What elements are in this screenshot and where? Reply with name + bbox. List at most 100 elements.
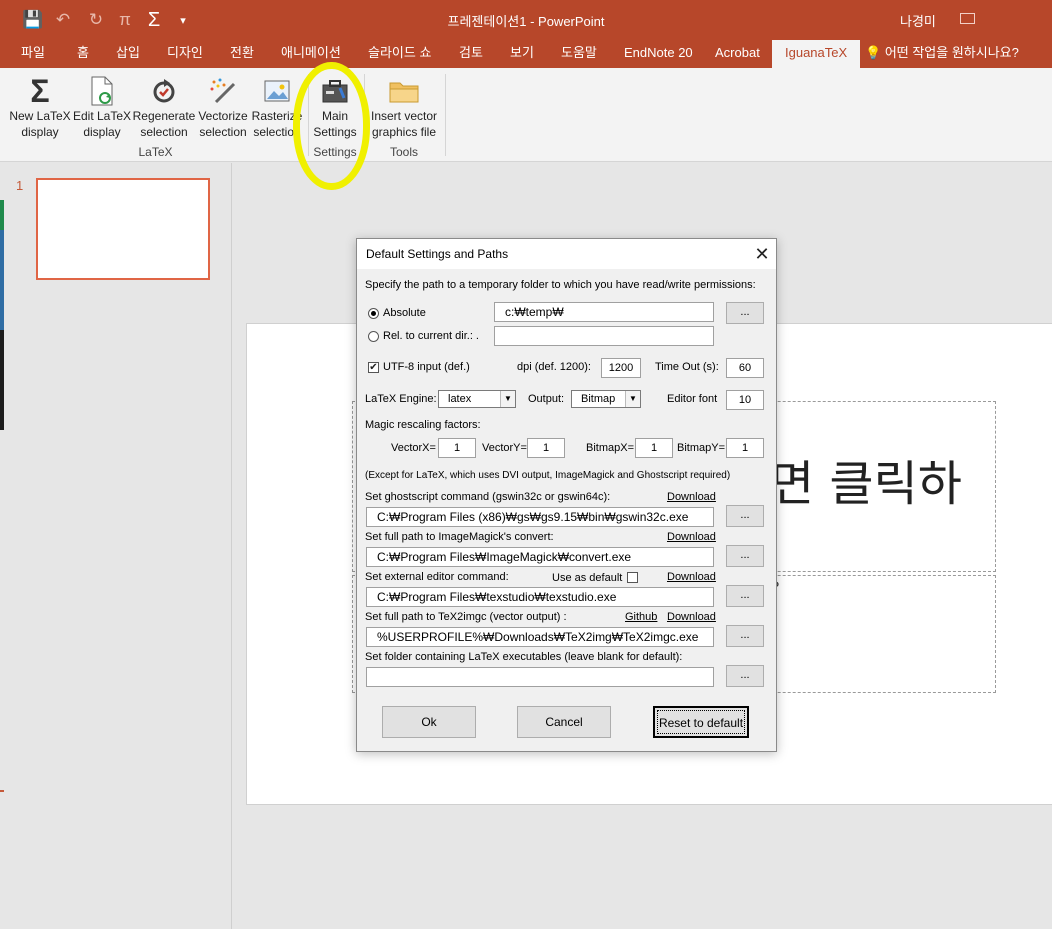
tab-insert[interactable]: 삽입	[116, 40, 140, 68]
ribbon-display-options-icon[interactable]	[960, 13, 975, 24]
insert-vector-graphics-button[interactable]: Insert vector graphics file	[366, 74, 442, 140]
button-label: selection	[140, 125, 188, 139]
button-label: Edit LaTeX	[72, 109, 132, 123]
regenerate-selection-button[interactable]: Regenerate selection	[132, 74, 196, 140]
refresh-icon	[132, 74, 196, 108]
ghostscript-download-link[interactable]: Download	[667, 491, 716, 503]
editor-font-input[interactable]: 10	[726, 390, 764, 410]
utf8-checkbox[interactable]: ✔	[368, 362, 379, 373]
tab-view[interactable]: 보기	[510, 40, 534, 68]
sigma-icon: Σ	[30, 73, 50, 109]
settings-dialog: Default Settings and Paths ✕ Specify the…	[356, 238, 777, 752]
absolute-radio[interactable]	[368, 308, 379, 319]
button-label: Vectorize	[198, 109, 248, 123]
browse-tex2img-button[interactable]: ...	[726, 625, 764, 647]
temp-folder-label: Specify the path to a temporary folder t…	[365, 279, 756, 291]
highlight-annotation	[293, 62, 370, 190]
window-edge-strip	[0, 330, 4, 430]
dialog-title: Default Settings and Paths	[366, 247, 509, 261]
output-selected-value: Bitmap	[581, 393, 616, 405]
tab-transitions[interactable]: 전환	[230, 40, 254, 68]
engine-label: LaTeX Engine:	[365, 393, 437, 405]
imagemagick-path-input[interactable]: C:₩Program Files₩ImageMagick₩convert.exe	[366, 547, 714, 567]
tab-home[interactable]: 홈	[77, 40, 89, 68]
tab-endnote[interactable]: EndNote 20	[624, 40, 693, 68]
timeout-label: Time Out (s):	[655, 361, 719, 373]
browse-latex-folder-button[interactable]: ...	[726, 665, 764, 687]
window-edge-strip	[0, 200, 4, 230]
close-icon[interactable]: ✕	[751, 243, 773, 265]
relative-radio[interactable]	[368, 331, 379, 342]
ribbon: Σ New LaTeX display Edit LaTeX display R…	[0, 68, 1052, 162]
relative-path-input[interactable]	[494, 326, 714, 346]
vectorx-input[interactable]: 1	[438, 438, 476, 458]
magic-rescaling-label: Magic rescaling factors:	[365, 419, 481, 431]
bitmapx-input[interactable]: 1	[635, 438, 673, 458]
button-label: Regenerate	[132, 109, 196, 123]
imagemagick-download-link[interactable]: Download	[667, 531, 716, 543]
engine-select[interactable]: latex ▼	[438, 390, 516, 408]
bitmapx-label: BitmapX=	[586, 442, 634, 454]
ghostscript-path-input[interactable]: C:₩Program Files (x86)₩gs₩gs9.15₩bin₩gsw…	[366, 507, 714, 527]
new-latex-display-button[interactable]: Σ New LaTeX display	[8, 74, 72, 140]
tab-acrobat[interactable]: Acrobat	[715, 40, 760, 68]
group-label-tools: Tools	[389, 145, 418, 159]
button-label: display	[21, 125, 59, 139]
button-label: graphics file	[371, 125, 437, 139]
absolute-path-input[interactable]: c:₩temp₩	[494, 302, 714, 322]
bitmapy-input[interactable]: 1	[726, 438, 764, 458]
dpi-input[interactable]: 1200	[601, 358, 641, 378]
imagemagick-label: Set full path to ImageMagick's convert:	[365, 531, 554, 543]
tex2img-github-link[interactable]: Github	[625, 611, 657, 623]
output-select[interactable]: Bitmap ▼	[571, 390, 641, 408]
tex2img-download-link[interactable]: Download	[667, 611, 716, 623]
utf8-label: UTF-8 input (def.)	[383, 361, 470, 373]
browse-ghostscript-button[interactable]: ...	[726, 505, 764, 527]
chevron-down-icon: ▼	[625, 391, 640, 407]
ghostscript-label: Set ghostscript command (gswin32c or gsw…	[365, 491, 611, 503]
editor-font-label: Editor font	[667, 393, 718, 405]
tab-slideshow[interactable]: 슬라이드 쇼	[368, 40, 431, 68]
group-label-latex: LaTeX	[138, 145, 173, 159]
chevron-down-icon: ▼	[500, 391, 515, 407]
bitmapy-label: BitmapY=	[677, 442, 725, 454]
tab-design[interactable]: 디자인	[167, 40, 203, 68]
title-bar: 💾 ↶ ↻ π Σ ▾ 프레젠테이션1 - PowerPoint 나경미	[0, 0, 1052, 40]
vectory-label: VectorY=	[482, 442, 527, 454]
dpi-label: dpi (def. 1200):	[517, 361, 591, 373]
vectorize-selection-button[interactable]: Vectorize selection	[196, 74, 250, 140]
group-divider	[445, 74, 446, 156]
slide-number: 1	[16, 178, 24, 193]
tab-help[interactable]: 도움말	[561, 40, 597, 68]
editor-download-link[interactable]: Download	[667, 571, 716, 583]
timeout-input[interactable]: 60	[726, 358, 764, 378]
button-label: selection	[199, 125, 247, 139]
use-as-default-checkbox[interactable]	[627, 572, 638, 583]
tab-file[interactable]: 파일	[21, 40, 45, 68]
slide-thumbnail[interactable]	[36, 178, 210, 280]
dialog-title-bar: Default Settings and Paths ✕	[357, 239, 776, 269]
browse-editor-button[interactable]: ...	[726, 585, 764, 607]
magic-wand-icon	[196, 74, 250, 108]
browse-temp-button[interactable]: ...	[726, 302, 764, 324]
ok-button[interactable]: Ok	[382, 706, 476, 738]
reset-to-default-button[interactable]: Reset to default	[653, 706, 749, 738]
edit-latex-display-button[interactable]: Edit LaTeX display	[72, 74, 132, 140]
tell-me-label: 어떤 작업을 원하시나요?	[884, 45, 1019, 60]
user-name[interactable]: 나경미	[900, 11, 936, 30]
vectory-input[interactable]: 1	[527, 438, 565, 458]
window-title: 프레젠테이션1 - PowerPoint	[447, 14, 605, 29]
vectorx-label: VectorX=	[391, 442, 436, 454]
except-note: (Except for LaTeX, which uses DVI output…	[365, 470, 731, 481]
tab-review[interactable]: 검토	[459, 40, 483, 68]
browse-imagemagick-button[interactable]: ...	[726, 545, 764, 567]
tell-me-search[interactable]: 💡 어떤 작업을 원하시나요?	[865, 40, 1019, 68]
folder-icon	[366, 74, 442, 108]
button-label: New LaTeX	[9, 109, 71, 123]
external-editor-path-input[interactable]: C:₩Program Files₩texstudio₩texstudio.exe	[366, 587, 714, 607]
tex2img-path-input[interactable]: %USERPROFILE%₩Downloads₩TeX2img₩TeX2imgc…	[366, 627, 714, 647]
cancel-button[interactable]: Cancel	[517, 706, 611, 738]
tab-iguanatex[interactable]: IguanaTeX	[772, 40, 861, 68]
latex-folder-input[interactable]	[366, 667, 714, 687]
use-as-default-label: Use as default	[552, 572, 623, 584]
